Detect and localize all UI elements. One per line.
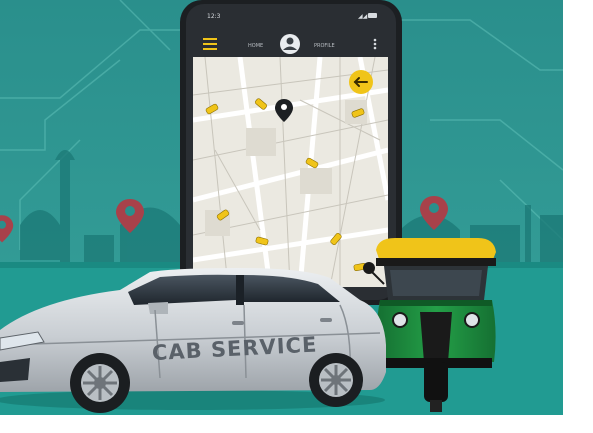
status-time: 12:3 — [207, 13, 221, 20]
user-avatar-icon[interactable] — [280, 34, 300, 54]
more-vertical-icon[interactable] — [373, 38, 377, 50]
smartphone: 12:3 ◢◢ HOME PROFILE — [180, 0, 402, 305]
hamburger-menu-icon[interactable] — [203, 38, 217, 50]
topbar-left-label[interactable]: HOME — [248, 43, 263, 49]
back-button[interactable] — [349, 70, 373, 94]
cab-service-illustration: 12:3 ◢◢ HOME PROFILE CAB SERVICE — [0, 0, 593, 433]
topbar-right-label[interactable]: PROFILE — [314, 43, 335, 49]
wheel — [309, 353, 363, 407]
wheel — [70, 353, 130, 413]
status-signal: ◢◢ — [358, 13, 368, 20]
